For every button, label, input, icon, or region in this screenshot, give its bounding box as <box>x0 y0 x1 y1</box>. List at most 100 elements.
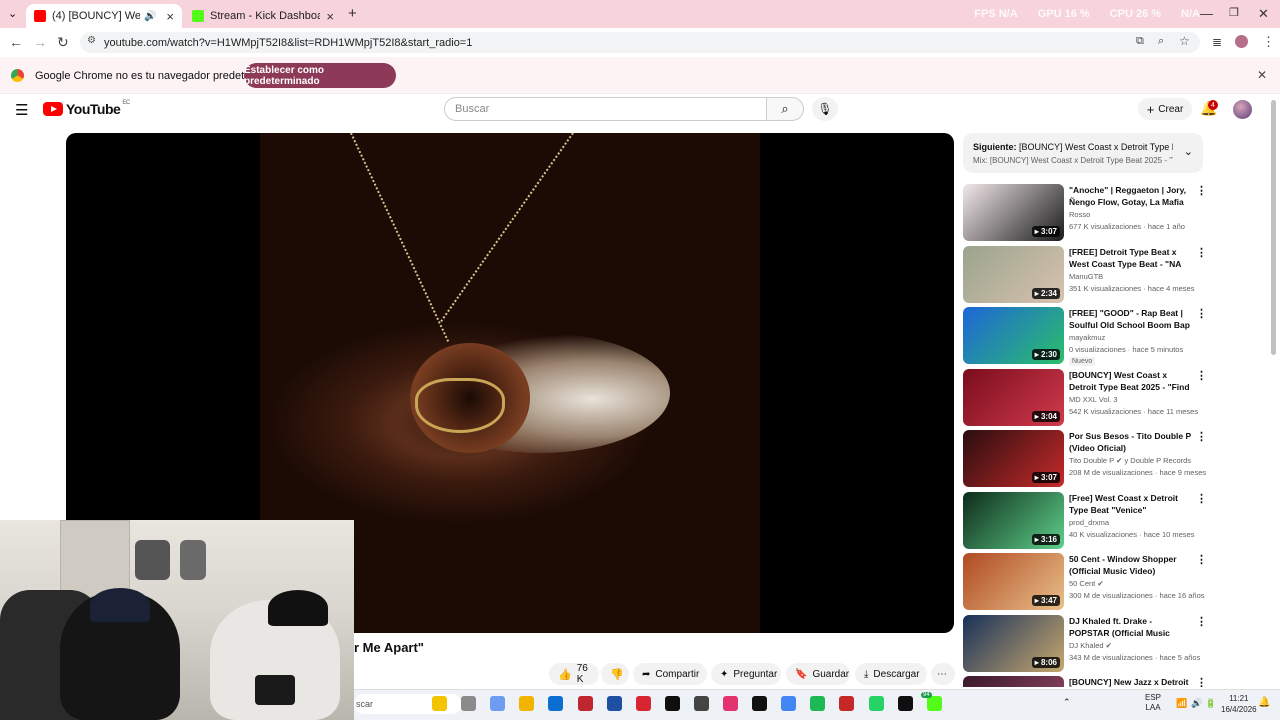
close-tab-icon[interactable]: × <box>160 9 174 24</box>
forward-icon[interactable]: → <box>33 34 47 50</box>
taskbar-app-icon[interactable] <box>752 696 768 711</box>
recommendation-item[interactable]: ▸ 8:06 DJ Khaled ft. Drake - POPSTAR (Off… <box>963 615 1208 672</box>
taskbar-app-icon[interactable] <box>868 696 884 711</box>
language-indicator[interactable]: ESP LAA <box>1145 693 1161 713</box>
taskbar-app-icon[interactable] <box>461 696 477 711</box>
bookmark-star-icon[interactable]: ☆ <box>1179 34 1190 48</box>
channel-name[interactable]: MD XXL Vol. 3 <box>1069 395 1118 404</box>
channel-name[interactable]: 50 Cent ✔ <box>1069 579 1104 588</box>
video-thumbnail[interactable]: ▸ 2:30 <box>963 307 1064 364</box>
wifi-icon[interactable]: 📶 <box>1176 698 1187 709</box>
taskbar-app-icon[interactable] <box>606 696 622 711</box>
video-thumbnail[interactable]: ▸ 2:34 <box>963 246 1064 303</box>
taskbar-app-icon[interactable] <box>432 696 447 711</box>
speaker-icon[interactable]: 🔊 <box>144 11 156 22</box>
taskbar-app-icon[interactable] <box>810 696 826 711</box>
recommendation-item[interactable]: ▸ 3:47 50 Cent - Window Shopper (Official… <box>963 553 1208 610</box>
up-next-panel[interactable]: Siguiente: [BOUNCY] West Coast x Detroit… <box>963 133 1203 173</box>
reading-list-icon[interactable]: ≣ <box>1212 35 1222 49</box>
window-close-icon[interactable]: ✕ <box>1258 6 1269 22</box>
recommendation-title[interactable]: Por Sus Besos - Tito Double P (Video Ofi… <box>1069 430 1191 454</box>
channel-name[interactable]: Tito Double P ✔ y Double P Records <box>1069 456 1191 465</box>
taskbar-app-icon[interactable] <box>693 696 709 711</box>
search-button[interactable]: ⌕ <box>766 97 804 121</box>
more-vertical-icon[interactable]: ⋮ <box>1196 246 1207 259</box>
taskbar-app-icon[interactable] <box>781 696 797 711</box>
more-actions-button[interactable]: ⋯ <box>931 663 955 685</box>
restore-icon[interactable]: ❐ <box>1229 6 1239 19</box>
download-button[interactable]: ⤓ Descargar <box>855 663 927 685</box>
youtube-logo[interactable]: YouTube EC <box>43 100 130 117</box>
video-thumbnail[interactable]: ▸ 3:16 <box>963 492 1064 549</box>
more-vertical-icon[interactable]: ⋮ <box>1196 430 1207 443</box>
recommendation-title[interactable]: [BOUNCY] West Coast x Detroit Type Beat … <box>1069 369 1191 393</box>
recommendation-item[interactable]: [BOUNCY] New Jazz x Detroit ⋮ <box>963 676 1208 687</box>
taskbar-app-icon[interactable] <box>926 696 942 711</box>
channel-name[interactable]: DJ Khaled ✔ <box>1069 641 1112 650</box>
taskbar-clock[interactable]: 11:21 16/4/2026 <box>1221 693 1257 715</box>
zoom-icon[interactable]: ⌕ <box>1158 35 1164 48</box>
channel-name[interactable]: mayakmuz <box>1069 333 1105 342</box>
more-vertical-icon[interactable]: ⋮ <box>1196 492 1207 505</box>
create-button[interactable]: + Crear <box>1138 98 1192 120</box>
hamburger-menu-icon[interactable]: ☰ <box>15 101 28 119</box>
video-thumbnail[interactable]: ▸ 3:04 <box>963 369 1064 426</box>
site-info-icon[interactable]: ⚙ <box>87 35 96 46</box>
notifications-center-icon[interactable]: 🔔 <box>1258 697 1270 708</box>
more-vertical-icon[interactable]: ⋮ <box>1196 615 1207 628</box>
taskbar-app-icon[interactable] <box>490 696 506 711</box>
video-thumbnail[interactable]: ▸ 8:06 <box>963 615 1064 672</box>
reload-icon[interactable]: ↻ <box>57 34 69 51</box>
dislike-button[interactable]: 👎 <box>601 663 629 685</box>
video-thumbnail[interactable]: ▸ 3:07 <box>963 430 1064 487</box>
video-thumbnail[interactable]: ▸ 3:47 <box>963 553 1064 610</box>
like-button[interactable]: 👍 76 K <box>549 663 599 685</box>
recommendation-title[interactable]: [BOUNCY] New Jazz x Detroit <box>1069 676 1191 687</box>
ask-button[interactable]: ✦ Preguntar <box>711 663 781 685</box>
recommendation-item[interactable]: ▸ 2:34 [FREE] Detroit Type Beat x West Co… <box>963 246 1208 303</box>
more-vertical-icon[interactable]: ⋮ <box>1196 553 1207 566</box>
search-input[interactable]: Buscar <box>444 97 767 121</box>
cast-icon[interactable]: ⧉ <box>1136 35 1144 48</box>
recommendation-item[interactable]: ▸ 2:30 [FREE] "GOOD" - Rap Beat | Soulful… <box>963 307 1208 366</box>
taskbar-app-icon[interactable] <box>897 696 913 711</box>
recommendation-item[interactable]: ▸ 3:07 Por Sus Besos - Tito Double P (Vid… <box>963 430 1208 487</box>
infobar-close-icon[interactable]: ✕ <box>1257 68 1267 82</box>
battery-icon[interactable]: 🔋 <box>1205 698 1216 709</box>
tray-chevron-icon[interactable]: ⌃ <box>1063 697 1071 708</box>
taskbar-app-icon[interactable] <box>519 696 535 711</box>
recommendation-title[interactable]: [FREE] Detroit Type Beat x West Coast Ty… <box>1069 246 1191 270</box>
tab-kick[interactable]: Stream - Kick Dashboard × <box>184 4 342 28</box>
new-tab-icon[interactable]: + <box>348 5 357 22</box>
recommendation-title[interactable]: DJ Khaled ft. Drake - POPSTAR (Official … <box>1069 615 1191 639</box>
set-default-button[interactable]: Establecer como predeterminado <box>244 63 396 88</box>
chrome-menu-icon[interactable]: ⋮ <box>1262 34 1275 50</box>
more-vertical-icon[interactable]: ⋮ <box>1196 676 1207 687</box>
minimize-icon[interactable]: — <box>1200 6 1213 21</box>
taskbar-app-icon[interactable] <box>548 696 564 711</box>
more-vertical-icon[interactable]: ⋮ <box>1196 307 1207 320</box>
recommendation-title[interactable]: [FREE] "GOOD" - Rap Beat | Soulful Old S… <box>1069 307 1191 331</box>
recommendation-item[interactable]: ▸ 3:07 "Anoche" | Reggaeton | Jory, Ñengo… <box>963 184 1208 241</box>
account-avatar[interactable] <box>1233 100 1252 119</box>
recommendation-title[interactable]: "Anoche" | Reggaeton | Jory, Ñengo Flow,… <box>1069 184 1191 208</box>
tab-search-chevron-icon[interactable]: ⌄ <box>8 7 17 20</box>
channel-name[interactable]: Rosso <box>1069 210 1090 219</box>
recommendation-item[interactable]: ▸ 3:16 [Free] West Coast x Detroit Type B… <box>963 492 1208 549</box>
page-scrollbar[interactable] <box>1271 100 1276 355</box>
taskbar-app-icon[interactable] <box>839 696 855 711</box>
taskbar-app-icon[interactable] <box>723 696 738 711</box>
channel-name[interactable]: ManuGTB <box>1069 272 1103 281</box>
video-thumbnail[interactable]: ▸ 3:07 <box>963 184 1064 241</box>
chevron-down-icon[interactable]: ⌄ <box>1184 145 1193 158</box>
back-icon[interactable]: ← <box>9 34 23 50</box>
save-button[interactable]: 🔖 Guardar <box>786 663 850 685</box>
tab-youtube[interactable]: (4) [BOUNCY] West Coast x 🔊 × <box>26 4 182 28</box>
voice-search-button[interactable]: 🎙 <box>812 97 838 121</box>
address-bar[interactable]: ⚙ youtube.com/watch?v=H1WMpjT52I8&list=R… <box>80 32 1200 53</box>
close-tab-icon[interactable]: × <box>320 9 334 24</box>
taskbar-app-icon[interactable] <box>577 696 593 711</box>
share-button[interactable]: ➦ Compartir <box>633 663 707 685</box>
profile-avatar-icon[interactable] <box>1235 35 1248 48</box>
recommendation-item[interactable]: ▸ 3:04 [BOUNCY] West Coast x Detroit Type… <box>963 369 1208 426</box>
